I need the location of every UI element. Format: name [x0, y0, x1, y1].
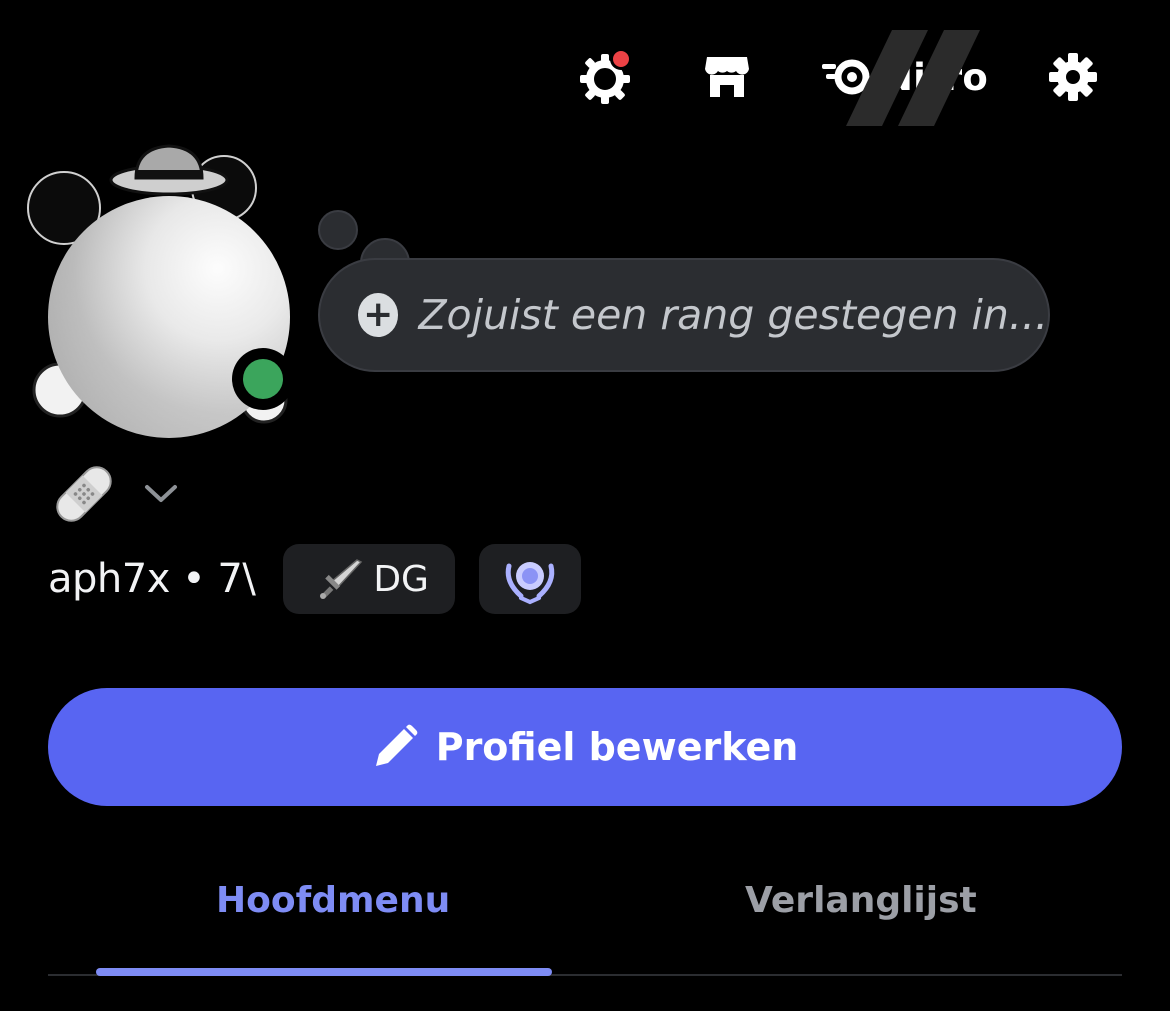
quests-button[interactable]	[578, 48, 632, 104]
clan-tag-label: DG	[373, 558, 429, 600]
edit-profile-button[interactable]: Profiel bewerken	[48, 688, 1122, 806]
status-placeholder: Zojuist een rang gestegen in...	[418, 291, 1048, 339]
tab-wishlist[interactable]: Verlanglijst	[745, 880, 977, 921]
username: aph7x • 7\	[48, 556, 256, 602]
bandage-icon	[56, 466, 112, 522]
clan-tag[interactable]: DG	[283, 544, 455, 614]
nitro-button[interactable]: Nitro	[820, 48, 988, 106]
pencil-icon	[375, 724, 418, 766]
tab-main-menu[interactable]: Hoofdmenu	[216, 880, 450, 921]
online-status-dot	[243, 359, 283, 399]
custom-status-bubble[interactable]: + Zojuist een rang gestegen in...	[318, 258, 1050, 372]
avatar[interactable]	[24, 138, 314, 438]
thought-bubble-small	[318, 210, 358, 250]
active-tab-indicator	[96, 968, 552, 976]
notification-dot	[610, 48, 632, 70]
profile-badge[interactable]	[478, 544, 581, 614]
shop-button[interactable]	[700, 50, 754, 104]
nitro-label: Nitro	[882, 55, 989, 99]
shop-icon	[705, 57, 749, 97]
presence-indicator	[232, 348, 294, 410]
chevron-down-icon	[145, 485, 177, 502]
username-row: aph7x • 7\ DG	[48, 544, 581, 614]
profile-effect-selector[interactable]	[48, 458, 178, 530]
gear-icon	[1049, 53, 1097, 101]
add-icon: +	[358, 293, 399, 337]
sword-icon	[320, 559, 363, 599]
edit-profile-label: Profiel bewerken	[435, 725, 799, 769]
settings-button[interactable]	[1046, 50, 1100, 104]
laurel-badge-icon	[505, 562, 555, 605]
nitro-icon	[822, 59, 870, 95]
